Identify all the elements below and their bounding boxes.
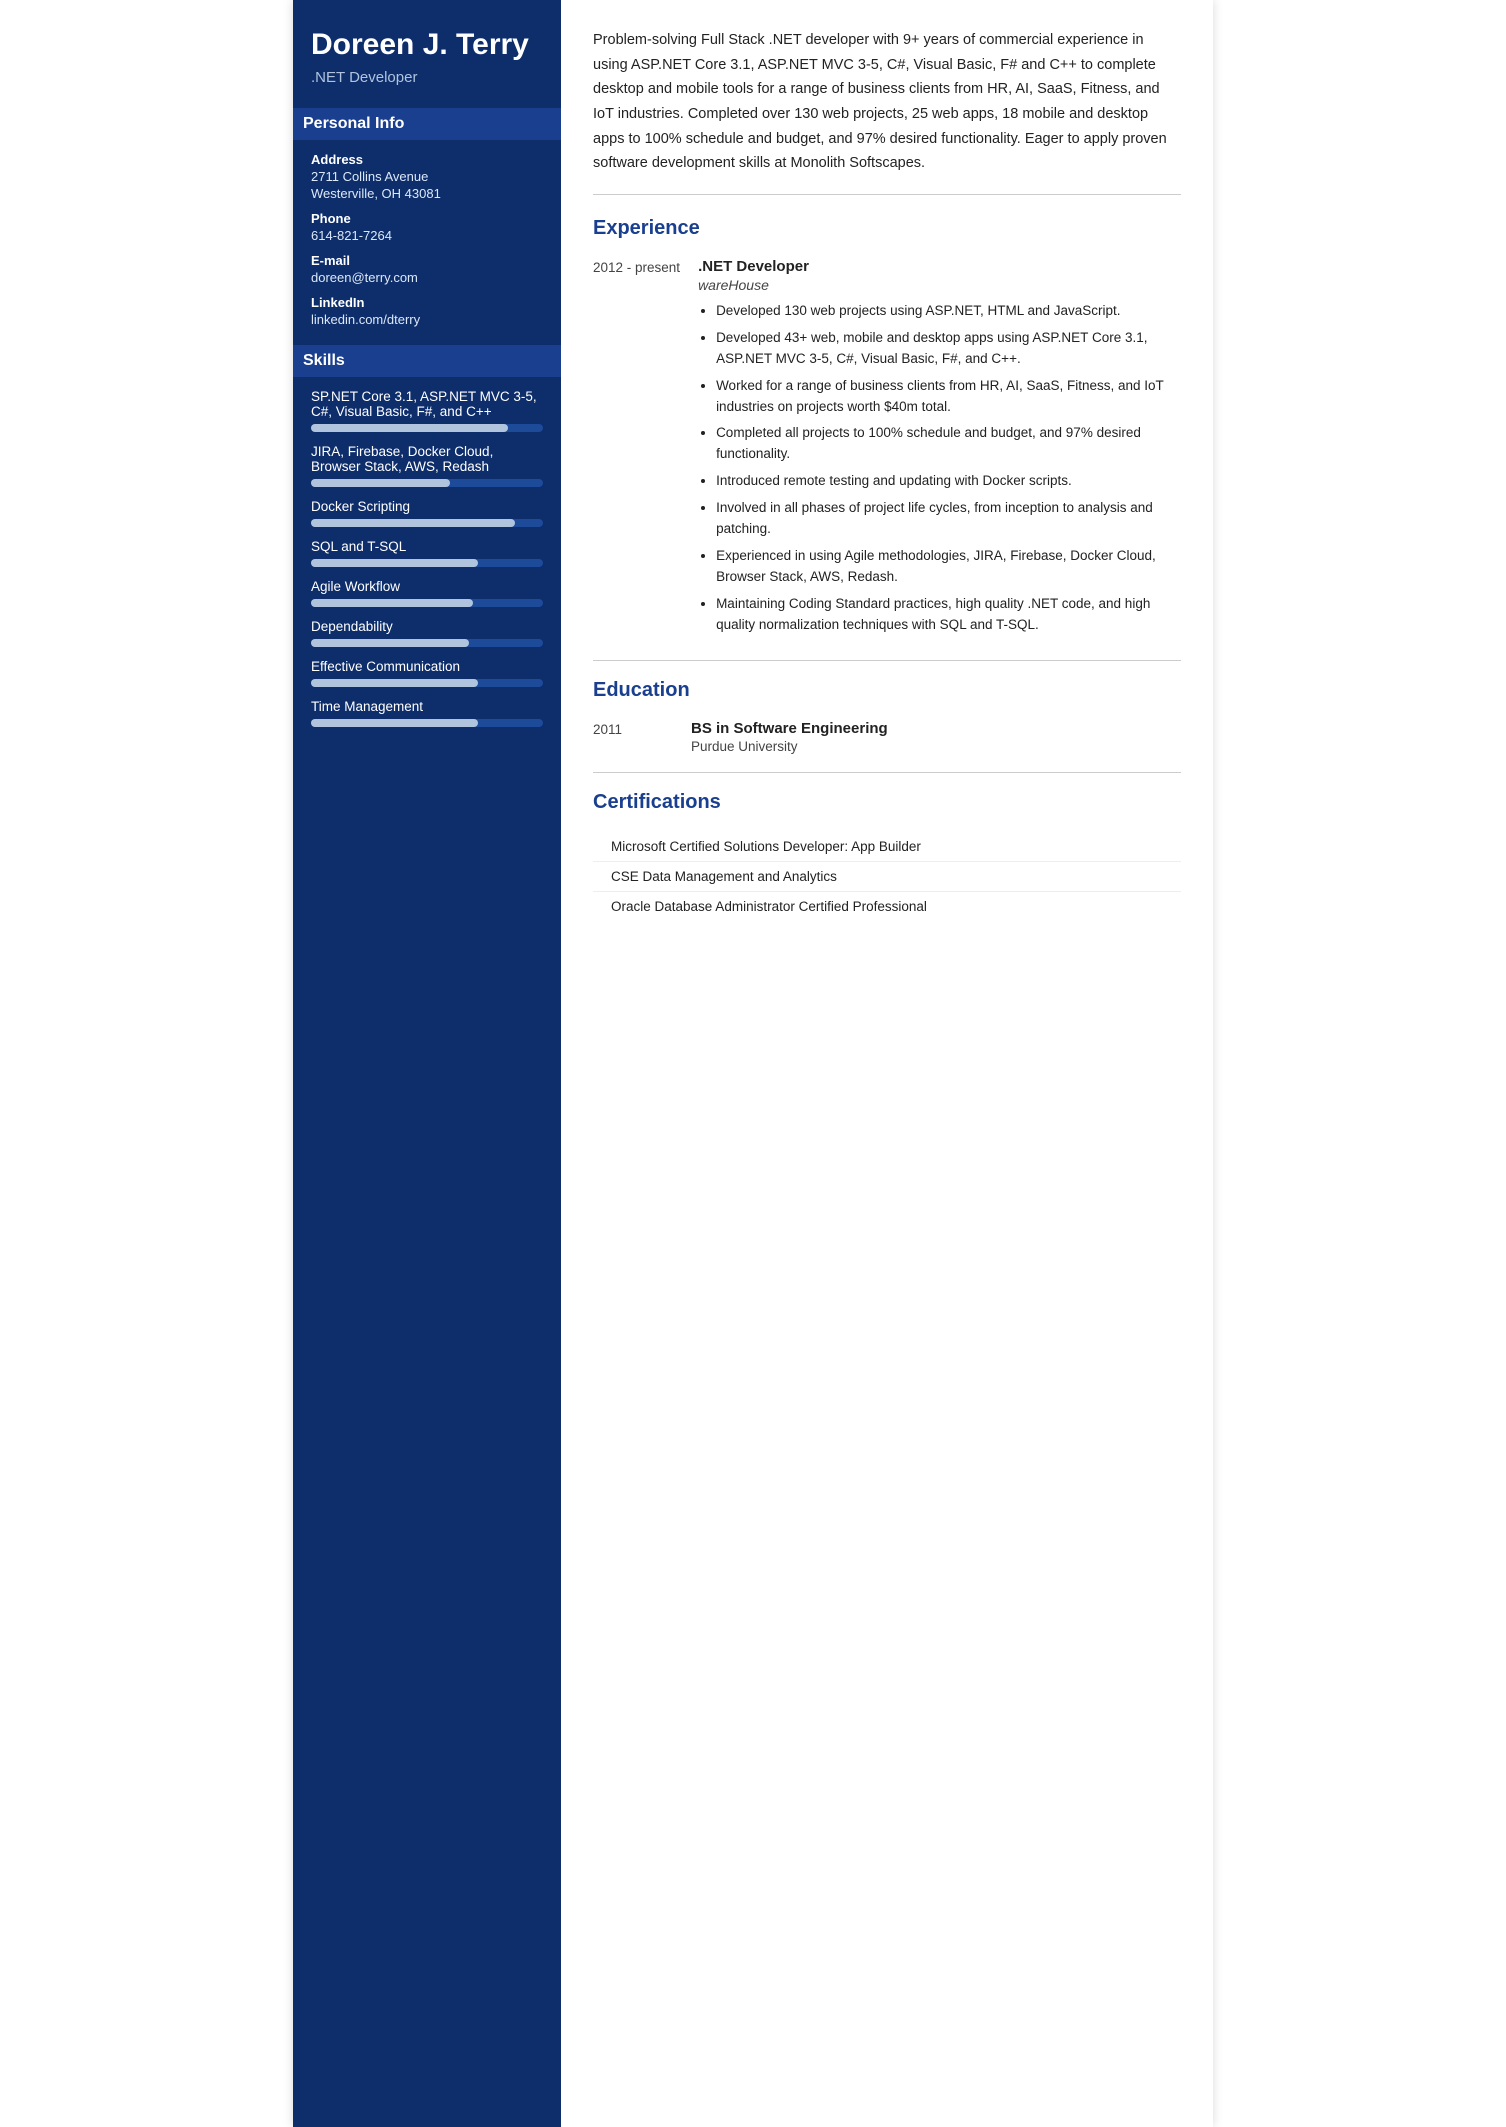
phone-label: Phone [311, 211, 543, 226]
skill-item: Docker Scripting [311, 499, 543, 527]
edu-school: Purdue University [691, 739, 888, 754]
skill-bar-fill [311, 519, 515, 527]
skill-bar-bg [311, 479, 543, 487]
certification-item: CSE Data Management and Analytics [593, 862, 1181, 892]
skill-name: Agile Workflow [311, 579, 543, 594]
skill-name: SP.NET Core 3.1, ASP.NET MVC 3-5, C#, Vi… [311, 389, 543, 419]
email-label: E-mail [311, 253, 543, 268]
certifications-header: Certifications [593, 791, 1181, 818]
skill-bar-fill [311, 599, 473, 607]
skill-bar-fill [311, 719, 478, 727]
skill-bar-bg [311, 719, 543, 727]
skill-bar-fill [311, 559, 478, 567]
summary-text: Problem-solving Full Stack .NET develope… [593, 28, 1181, 195]
skill-bar-bg [311, 519, 543, 527]
skill-bar-fill [311, 479, 450, 487]
skill-name: Docker Scripting [311, 499, 543, 514]
personal-info-header: Personal Info [293, 108, 561, 140]
experience-row: 2012 - present .NET Developer wareHouse Dev… [593, 258, 1181, 642]
divider-certifications [593, 772, 1181, 773]
skill-name: Time Management [311, 699, 543, 714]
skill-bar-fill [311, 639, 469, 647]
skill-name: Dependability [311, 619, 543, 634]
exp-date: 2012 - present [593, 258, 680, 642]
skill-bar-fill [311, 679, 478, 687]
skills-list: SP.NET Core 3.1, ASP.NET MVC 3-5, C#, Vi… [311, 389, 543, 727]
exp-bullet: Worked for a range of business clients f… [716, 376, 1181, 418]
edu-detail: BS in Software Engineering Purdue Univers… [691, 720, 888, 754]
skill-item: Time Management [311, 699, 543, 727]
address-label: Address [311, 152, 543, 167]
exp-company: wareHouse [698, 277, 1181, 293]
certifications-list: Microsoft Certified Solutions Developer:… [593, 832, 1181, 921]
skill-item: SP.NET Core 3.1, ASP.NET MVC 3-5, C#, Vi… [311, 389, 543, 432]
address-line2: Westerville, OH 43081 [311, 186, 543, 201]
skill-bar-bg [311, 639, 543, 647]
skill-item: JIRA, Firebase, Docker Cloud, Browser St… [311, 444, 543, 487]
exp-bullet: Developed 43+ web, mobile and desktop ap… [716, 328, 1181, 370]
skill-name: JIRA, Firebase, Docker Cloud, Browser St… [311, 444, 543, 474]
email-value: doreen@terry.com [311, 270, 543, 285]
phone-value: 614-821-7264 [311, 228, 543, 243]
education-list: 2011 BS in Software Engineering Purdue Uni… [593, 720, 1181, 754]
certification-item: Oracle Database Administrator Certified … [593, 892, 1181, 921]
linkedin-label: LinkedIn [311, 295, 543, 310]
main-content: Problem-solving Full Stack .NET develope… [561, 0, 1213, 2127]
skill-item: Dependability [311, 619, 543, 647]
candidate-name: Doreen J. Terry [311, 28, 543, 63]
skill-item: Agile Workflow [311, 579, 543, 607]
experience-header: Experience [593, 217, 1181, 244]
skills-header: Skills [293, 345, 561, 377]
skill-name: Effective Communication [311, 659, 543, 674]
skill-name: SQL and T-SQL [311, 539, 543, 554]
skill-item: SQL and T-SQL [311, 539, 543, 567]
skill-bar-bg [311, 424, 543, 432]
exp-bullet: Involved in all phases of project life c… [716, 498, 1181, 540]
exp-bullet: Maintaining Coding Standard practices, h… [716, 594, 1181, 636]
exp-bullet: Introduced remote testing and updating w… [716, 471, 1181, 492]
experience-list: 2012 - present .NET Developer wareHouse Dev… [593, 258, 1181, 642]
education-header: Education [593, 679, 1181, 706]
skill-item: Effective Communication [311, 659, 543, 687]
candidate-title: .NET Developer [311, 69, 543, 86]
exp-bullet: Experienced in using Agile methodologies… [716, 546, 1181, 588]
exp-bullet: Developed 130 web projects using ASP.NET… [716, 301, 1181, 322]
exp-bullet: Completed all projects to 100% schedule … [716, 423, 1181, 465]
skill-bar-fill [311, 424, 508, 432]
certification-item: Microsoft Certified Solutions Developer:… [593, 832, 1181, 862]
divider-education [593, 660, 1181, 661]
linkedin-value: linkedin.com/dterry [311, 312, 543, 327]
resume-container: Doreen J. Terry .NET Developer Personal … [293, 0, 1213, 2127]
edu-year: 2011 [593, 720, 673, 754]
exp-bullets: Developed 130 web projects using ASP.NET… [698, 301, 1181, 636]
exp-job-title: .NET Developer [698, 258, 1181, 275]
skill-bar-bg [311, 599, 543, 607]
exp-detail: .NET Developer wareHouse Developed 130 web… [698, 258, 1181, 642]
edu-degree: BS in Software Engineering [691, 720, 888, 737]
skills-section: Skills SP.NET Core 3.1, ASP.NET MVC 3-5,… [311, 345, 543, 727]
education-row: 2011 BS in Software Engineering Purdue Uni… [593, 720, 1181, 754]
sidebar: Doreen J. Terry .NET Developer Personal … [293, 0, 561, 2127]
skill-bar-bg [311, 679, 543, 687]
address-line1: 2711 Collins Avenue [311, 169, 543, 184]
skill-bar-bg [311, 559, 543, 567]
